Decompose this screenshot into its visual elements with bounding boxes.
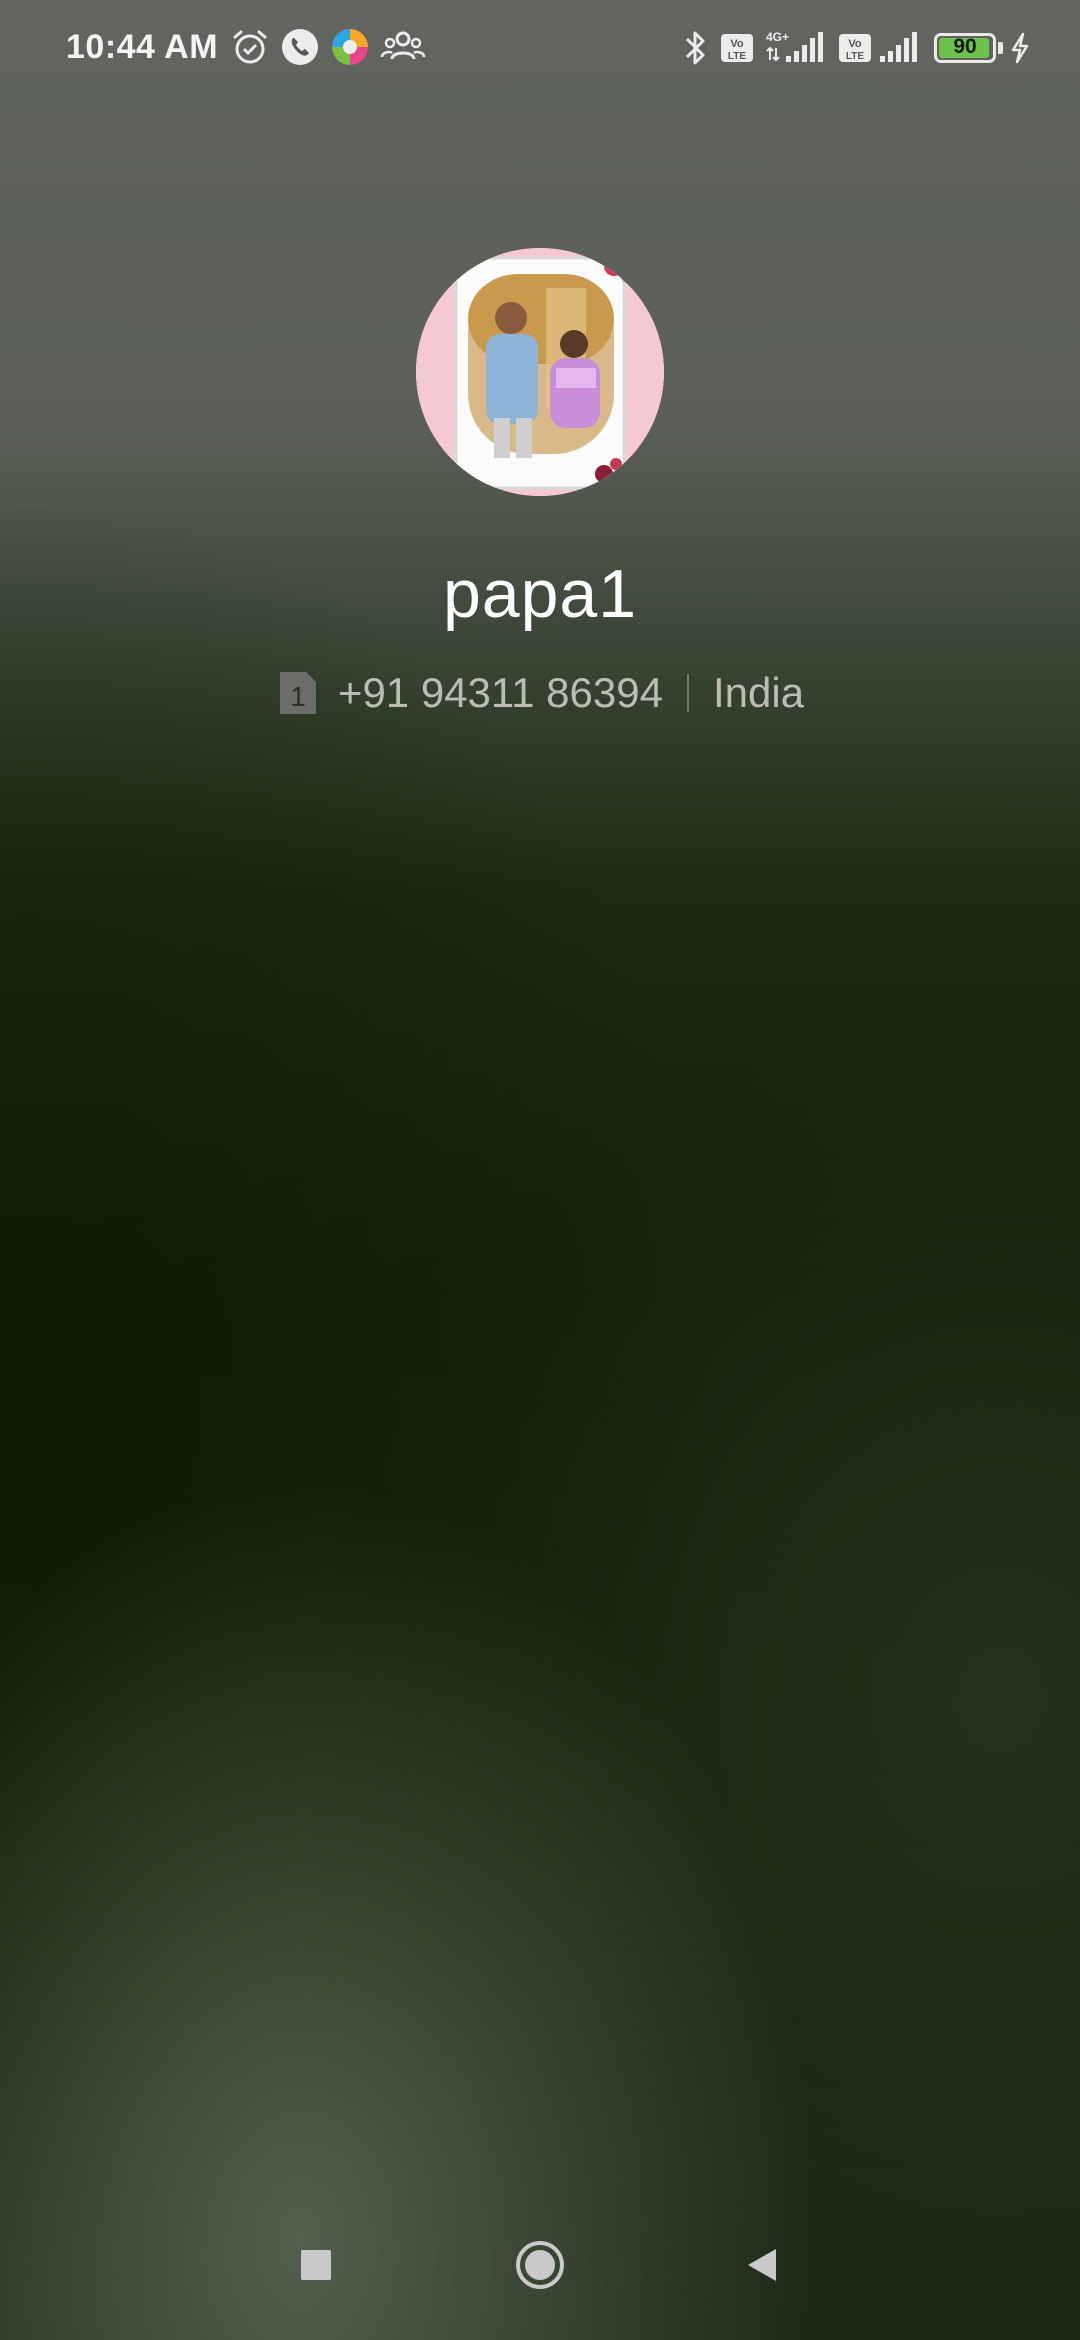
phone-call-icon — [282, 29, 318, 65]
recents-button[interactable] — [276, 2230, 356, 2300]
home-button[interactable] — [500, 2230, 580, 2300]
caller-phone-number: +91 94311 86394 — [337, 669, 663, 716]
avatar-photo — [416, 248, 664, 496]
svg-text:4G+: 4G+ — [766, 30, 789, 44]
alarm-icon — [233, 30, 267, 64]
circle-icon — [516, 2241, 564, 2289]
signal-4g-icon: 4G+ — [766, 30, 823, 62]
group-icon — [380, 31, 426, 60]
caller-name: papa1 — [442, 556, 638, 632]
bluetooth-icon — [685, 31, 705, 65]
battery-nub — [998, 42, 1003, 54]
charging-bolt-icon — [1011, 32, 1029, 64]
status-bar: 10:44 AM Vo LTE 4G+ Vo LTE 90 — [0, 0, 1080, 96]
caller-avatar — [416, 248, 664, 496]
svg-text:LTE: LTE — [728, 51, 746, 62]
svg-text:LTE: LTE — [846, 51, 864, 62]
battery-level: 90 — [953, 35, 977, 58]
colorful-app-icon — [332, 29, 368, 65]
caller-info-row: 1 +91 94311 86394 India — [0, 665, 1080, 721]
info-divider — [686, 674, 689, 712]
volte-icon: Vo LTE — [839, 34, 871, 62]
sim-card-icon: 1 — [276, 668, 320, 718]
volte-icon: Vo LTE — [721, 34, 753, 62]
battery-indicator: 90 — [934, 33, 996, 63]
back-button[interactable] — [722, 2230, 802, 2300]
signal-icon — [880, 32, 917, 62]
status-time: 10:44 AM — [66, 28, 219, 66]
triangle-back-icon — [748, 2249, 776, 2281]
svg-text:Vo: Vo — [848, 38, 862, 50]
navigation-bar — [0, 2190, 1080, 2340]
caller-location: India — [712, 669, 805, 716]
sim-slot-number: 1 — [290, 681, 306, 712]
square-icon — [301, 2250, 331, 2280]
svg-text:Vo: Vo — [730, 38, 744, 50]
